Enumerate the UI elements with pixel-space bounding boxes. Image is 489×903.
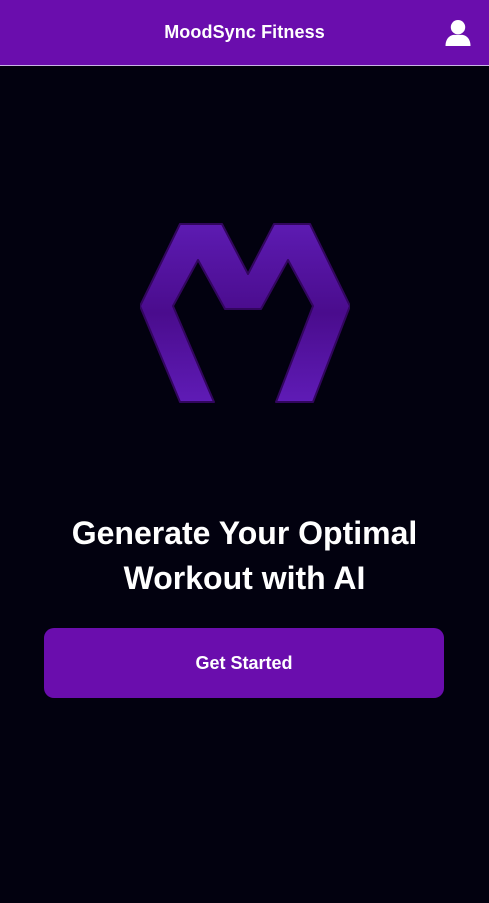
profile-button[interactable]	[438, 14, 478, 52]
hero-title: Generate Your Optimal Workout with AI	[30, 511, 459, 601]
hero-title-line-2: Workout with AI	[123, 560, 366, 596]
hero-title-line-1: Generate Your Optimal	[71, 515, 418, 551]
moodsync-m-logo	[139, 223, 351, 403]
app-logo	[139, 222, 351, 404]
user-profile-icon	[445, 20, 471, 46]
get-started-button[interactable]: Get Started	[44, 628, 444, 698]
app-title: MoodSync Fitness	[164, 22, 325, 42]
app-header: MoodSync Fitness	[0, 0, 489, 66]
